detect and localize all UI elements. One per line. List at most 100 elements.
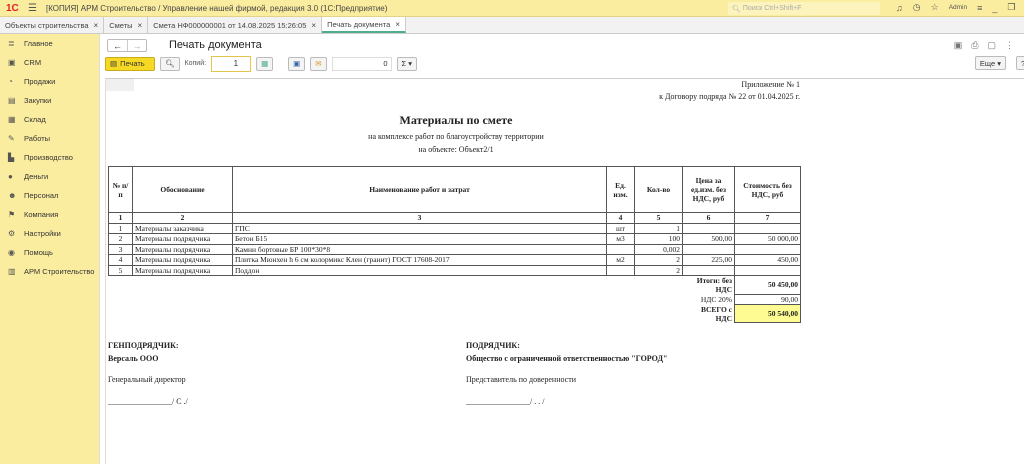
- tab-objects[interactable]: Объекты строительства ×: [0, 17, 105, 33]
- table-cell: [606, 243, 635, 255]
- star-icon[interactable]: ☆: [931, 2, 939, 13]
- close-icon[interactable]: ×: [311, 21, 316, 30]
- materials-table: № п/п Обоснование Наименование работ и зат…: [108, 166, 801, 323]
- column-header: Наименование работ и затрат: [232, 166, 607, 213]
- save-icon: ▣: [293, 59, 301, 68]
- save-button[interactable]: ▣: [288, 56, 306, 71]
- edit-icon: ▦: [261, 59, 269, 68]
- settings-menu-icon[interactable]: ≡: [977, 3, 982, 13]
- sum-button[interactable]: Σ ▾: [396, 56, 418, 71]
- left-name: Версаль ООО: [108, 354, 159, 363]
- table-cell: 5: [108, 264, 133, 276]
- open-tabs: Объекты строительства × Сметы × Смета НФ00…: [0, 17, 1024, 34]
- tab-print-document[interactable]: Печать документа ×: [322, 17, 406, 33]
- left-position: Генеральный директор: [108, 375, 186, 384]
- back-button[interactable]: ←: [108, 40, 127, 51]
- user-name[interactable]: Admin: [949, 4, 967, 11]
- print-button[interactable]: ▤ Печать: [105, 56, 155, 71]
- table-row: 1 Материалы заказчика ГПС шт 1: [108, 222, 801, 234]
- sidebar-item[interactable]: ▙ Производство: [0, 148, 99, 167]
- forward-button[interactable]: →: [127, 40, 146, 51]
- more-vert-icon[interactable]: ⋮: [1005, 40, 1014, 51]
- total-row: НДС 20% 90,00: [109, 293, 801, 305]
- bell-icon[interactable]: ♫: [896, 3, 903, 13]
- document-preview[interactable]: Приложение № 1 к Договору подряда № 22 о…: [105, 78, 1024, 464]
- table-cell: 2: [634, 254, 683, 266]
- preview-button[interactable]: 🔍︎: [160, 56, 180, 71]
- right-role: ПОДРЯДЧИК:: [466, 341, 520, 350]
- help-button[interactable]: ?: [1016, 56, 1024, 70]
- table-cell: [734, 264, 801, 276]
- column-number: 1: [108, 212, 133, 224]
- column-number: 5: [634, 212, 683, 224]
- table-cell: 1: [108, 222, 133, 234]
- person-icon: ☻: [8, 191, 17, 200]
- document-title: Материалы по смете: [399, 113, 513, 127]
- menu-icon[interactable]: ☰: [28, 3, 46, 14]
- table-row: 5 Материалы подрядчика Поддон 2: [108, 264, 801, 276]
- document-subtitle: на комплексе работ по благоустройству те…: [368, 132, 544, 141]
- sidebar-item[interactable]: ✎ Работы: [0, 129, 99, 148]
- tab-estimates[interactable]: Сметы ×: [104, 17, 149, 33]
- sidebar-item[interactable]: ◔ Продажи: [0, 72, 99, 91]
- sidebar-item[interactable]: ▥ АРМ Строительство: [0, 262, 99, 281]
- gear-icon: ⚙: [8, 229, 16, 238]
- close-icon[interactable]: ×: [94, 21, 99, 30]
- table-cell: 225,00: [682, 254, 735, 266]
- sigma-icon: Σ ▾: [401, 59, 413, 68]
- copies-input[interactable]: 1: [211, 55, 252, 72]
- 1c-logo[interactable]: 1С: [6, 3, 28, 14]
- table-cell: [606, 264, 635, 276]
- table-cell: 3: [108, 243, 133, 255]
- restore-icon[interactable]: ❐: [1007, 2, 1015, 13]
- history-icon[interactable]: ◷: [913, 2, 921, 13]
- total-label: НДС 20%: [700, 294, 732, 304]
- table-row: 2 Материалы подрядчика Бетон Б15 м3 100 500,0…: [108, 233, 801, 245]
- table-cell: Материалы заказчика: [132, 222, 233, 234]
- money-icon: ●: [8, 172, 13, 181]
- table-cell: [682, 243, 735, 255]
- print-icon[interactable]: ⎙: [971, 40, 978, 51]
- left-role: ГЕНПОДРЯДЧИК:: [108, 341, 179, 350]
- close-icon[interactable]: ×: [138, 21, 143, 30]
- table-cell: 450,00: [734, 254, 801, 266]
- envelope-icon: ✉: [315, 59, 322, 68]
- sidebar-item[interactable]: ◉ Помощь: [0, 243, 99, 262]
- corner-cell: [106, 79, 134, 91]
- edit-button[interactable]: ▦: [256, 56, 274, 71]
- minimize-icon[interactable]: _: [992, 3, 997, 13]
- table-cell: 2: [108, 233, 133, 245]
- warehouse-icon: ▦: [8, 115, 16, 124]
- search-input[interactable]: 🔍︎ Поиск Ctrl+Shift+F: [728, 2, 880, 15]
- total-label: Итоги: без НДС: [696, 276, 732, 294]
- sidebar-item[interactable]: ⚙ Настройки: [0, 224, 99, 243]
- sidebar-item[interactable]: ☻ Персонал: [0, 186, 99, 205]
- total-row: ВСЕГО с НДС 50 540,00: [109, 304, 801, 323]
- sidebar-item[interactable]: ● Деньги: [0, 167, 99, 186]
- save-icon[interactable]: ▣: [954, 40, 963, 51]
- table-cell: [734, 222, 801, 234]
- contract-ref: к Договору подряда № 22 от 01.04.2025 г.: [659, 92, 800, 101]
- tab-estimate-doc[interactable]: Смета НФ000000001 от 14.08.2025 15:26:05…: [148, 17, 323, 33]
- email-button[interactable]: ✉: [310, 56, 327, 71]
- app-title: [КОПИЯ] АРМ Строительство / Управление н…: [46, 3, 388, 13]
- preview-icon[interactable]: ▢: [987, 40, 996, 51]
- close-icon[interactable]: ×: [395, 20, 400, 29]
- sidebar-item[interactable]: ⚑ Компания: [0, 205, 99, 224]
- sidebar-item[interactable]: ▦ Склад: [0, 110, 99, 129]
- table-cell: 100: [634, 233, 683, 245]
- table-cell: ГПС: [232, 222, 607, 234]
- column-number: 4: [606, 212, 635, 224]
- table-cell: Камни бортовые БР 100*30*8: [232, 243, 607, 255]
- column-number: 2: [132, 212, 233, 224]
- table-cell: 50 000,00: [734, 233, 801, 245]
- sidebar-item[interactable]: ▤ Закупки: [0, 91, 99, 110]
- sidebar-item[interactable]: ≣ Главное: [0, 34, 99, 53]
- sum-field[interactable]: 0: [331, 56, 392, 71]
- total-label: ВСЕГО с НДС: [700, 304, 732, 323]
- table-row: 3 Материалы подрядчика Камни бортовые БР 1…: [108, 243, 801, 255]
- sidebar-item[interactable]: ▣ CRM: [0, 53, 99, 72]
- table-row: 4 Материалы подрядчика Плитка Мюнхен h 6 с…: [108, 254, 801, 266]
- header-row: № п/п Обоснование Наименование работ и зат…: [108, 166, 801, 213]
- more-button[interactable]: Еще ▾: [974, 56, 1006, 70]
